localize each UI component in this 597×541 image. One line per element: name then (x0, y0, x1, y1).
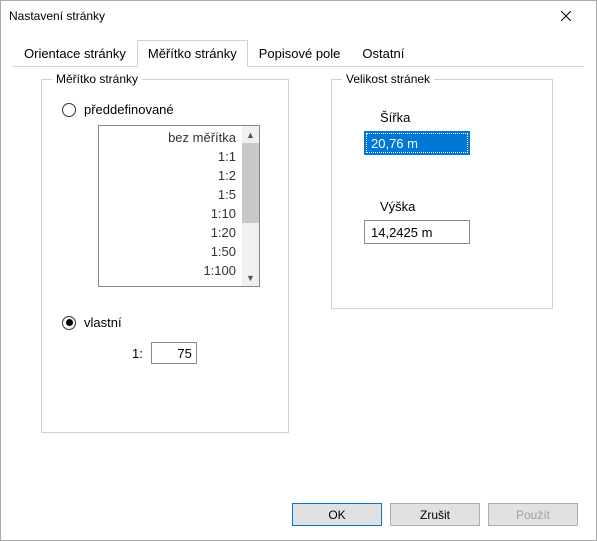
scroll-down-icon[interactable]: ▼ (242, 269, 259, 286)
scroll-thumb[interactable] (242, 143, 259, 223)
custom-scale-prefix: 1: (132, 346, 143, 361)
radio-predefined-row[interactable]: předdefinované (62, 102, 274, 117)
scroll-track[interactable] (242, 223, 259, 269)
radio-custom-label: vlastní (84, 315, 122, 330)
dialog-window: Nastavení stránky Orientace stránky Měří… (0, 0, 597, 541)
window-title: Nastavení stránky (9, 9, 543, 23)
apply-button[interactable]: Použít (488, 503, 578, 526)
radio-predefined[interactable] (62, 103, 76, 117)
radio-predefined-label: předdefinované (84, 102, 174, 117)
radio-custom-row[interactable]: vlastní (62, 315, 274, 330)
scroll-up-icon[interactable]: ▲ (242, 126, 259, 143)
list-item[interactable]: 1:100 (99, 261, 236, 280)
close-icon (561, 11, 571, 21)
list-item[interactable]: 1:10 (99, 204, 236, 223)
scale-list-items[interactable]: bez měřítka 1:1 1:2 1:5 1:10 1:20 1:50 1… (99, 126, 242, 286)
titlebar: Nastavení stránky (1, 1, 596, 31)
width-input[interactable] (364, 131, 470, 155)
height-label: Výška (380, 199, 538, 214)
legend-size: Velikost stránek (342, 72, 434, 86)
scale-listbox[interactable]: bez měřítka 1:1 1:2 1:5 1:10 1:20 1:50 1… (98, 125, 260, 287)
fieldset-scale: Měřítko stránky předdefinované bez měřít… (41, 79, 289, 433)
tab-panel: Měřítko stránky předdefinované bez měřít… (13, 66, 584, 474)
close-button[interactable] (543, 2, 588, 30)
radio-custom[interactable] (62, 316, 76, 330)
list-item[interactable]: 1:50 (99, 242, 236, 261)
legend-scale: Měřítko stránky (52, 72, 142, 86)
list-item[interactable]: bez měřítka (99, 128, 236, 147)
custom-scale-input[interactable] (151, 342, 197, 364)
tab-scale[interactable]: Měřítko stránky (137, 40, 248, 67)
cancel-button[interactable]: Zrušit (390, 503, 480, 526)
width-label: Šířka (380, 110, 538, 125)
custom-scale-row: 1: (132, 342, 274, 364)
height-input[interactable] (364, 220, 470, 244)
tab-other[interactable]: Ostatní (351, 40, 415, 67)
list-item[interactable]: 1:2 (99, 166, 236, 185)
fieldset-size: Velikost stránek Šířka Výška (331, 79, 553, 309)
tab-bar: Orientace stránky Měřítko stránky Popiso… (13, 39, 584, 66)
dialog-buttons: OK Zrušit Použít (292, 503, 578, 526)
tab-title-block[interactable]: Popisové pole (248, 40, 352, 67)
scrollbar[interactable]: ▲ ▼ (242, 126, 259, 286)
ok-button[interactable]: OK (292, 503, 382, 526)
tab-orientation[interactable]: Orientace stránky (13, 40, 137, 67)
list-item[interactable]: 1:1 (99, 147, 236, 166)
list-item[interactable]: 1:20 (99, 223, 236, 242)
list-item[interactable]: 1:5 (99, 185, 236, 204)
